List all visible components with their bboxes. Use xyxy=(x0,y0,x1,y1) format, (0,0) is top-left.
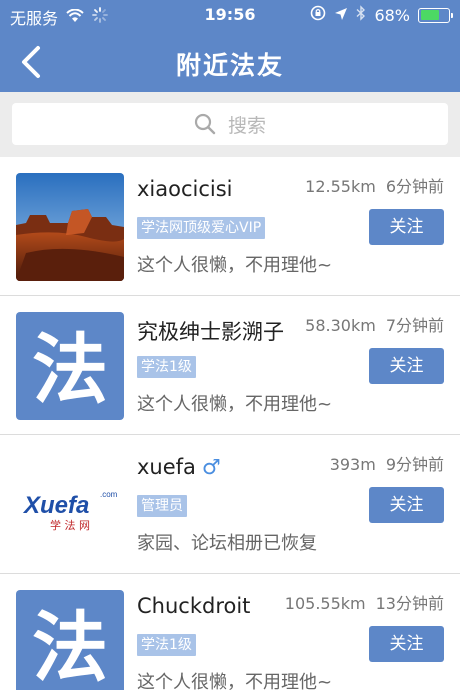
page-title: 附近法友 xyxy=(175,51,284,80)
fa-logo: 法 xyxy=(32,325,108,414)
status-right: 68% xyxy=(310,5,453,25)
search-bar: 搜索 xyxy=(0,92,460,157)
signature: 这个人很懒，不用理他~ xyxy=(137,394,333,415)
follow-button[interactable]: 关注 xyxy=(369,209,444,245)
follow-button[interactable]: 关注 xyxy=(369,348,444,384)
xuefa-logo-com: .com xyxy=(100,490,118,499)
last-seen: 7分钟前 xyxy=(385,316,444,335)
fa-logo-char: 法 xyxy=(32,325,108,414)
battery-percent: 68% xyxy=(374,5,410,25)
list-item[interactable]: 法 Chuckdroit 105.55km 13分钟前 学法1级 这个人很懒，不用… xyxy=(0,574,460,690)
user-name-text: xuefa xyxy=(137,455,196,479)
signature: 这个人很懒，不用理他~ xyxy=(137,255,333,276)
signature: 这个人很懒，不用理他~ xyxy=(137,672,333,690)
fa-logo-char: 法 xyxy=(32,603,108,690)
list-item[interactable]: xiaocicisi 12.55km 6分钟前 学法网顶级爱心VIP 这个人很懒，… xyxy=(0,157,460,296)
fa-logo: 法 xyxy=(32,603,108,690)
avatar[interactable]: Xuefa .com 学 法 网 xyxy=(16,451,124,559)
last-seen: 6分钟前 xyxy=(385,177,444,196)
user-name: xiaocicisi xyxy=(137,177,233,201)
distance: 58.30km xyxy=(305,316,376,335)
avatar[interactable]: 法 xyxy=(16,312,124,420)
avatar[interactable]: 法 xyxy=(16,590,124,690)
search-icon xyxy=(194,113,216,135)
list-item[interactable]: Xuefa .com 学 法 网 xuefa ♂ 393m 9分钟前 管理员 家园、… xyxy=(0,435,460,574)
search-input[interactable]: 搜索 xyxy=(12,103,448,145)
list-item[interactable]: 法 究极绅士影溯子 58.30km 7分钟前 学法1级 这个人很懒，不用理他~ 关… xyxy=(0,296,460,435)
battery-fill xyxy=(420,10,439,20)
xuefa-logo-text: Xuefa xyxy=(22,492,89,519)
xuefa-logo-sub: 学 法 网 xyxy=(50,518,90,532)
user-name: 究极绅士影溯子 xyxy=(137,316,284,346)
signature: 家园、论坛相册已恢复 xyxy=(137,533,317,554)
battery-icon xyxy=(418,7,453,23)
distance: 393m xyxy=(329,455,376,474)
distance: 105.55km xyxy=(284,594,366,613)
landscape-photo xyxy=(16,173,124,281)
user-name-text: 究极绅士影溯子 xyxy=(137,320,284,344)
level-badge: 学法1级 xyxy=(137,634,196,656)
location-arrow-icon xyxy=(334,6,348,25)
distance: 12.55km xyxy=(305,177,376,196)
level-badge: 管理员 xyxy=(137,495,187,517)
status-bar: 无服务 19:56 68% xyxy=(0,0,460,30)
last-seen: 9分钟前 xyxy=(385,455,444,474)
search-placeholder: 搜索 xyxy=(227,114,266,137)
user-meta: 12.55km 6分钟前 xyxy=(305,173,444,197)
follow-button[interactable]: 关注 xyxy=(369,626,444,662)
bluetooth-icon xyxy=(356,5,366,25)
user-list: xiaocicisi 12.55km 6分钟前 学法网顶级爱心VIP 这个人很懒，… xyxy=(0,157,460,690)
nav-bar: 附近法友 xyxy=(0,30,460,92)
user-name: Chuckdroit xyxy=(137,594,250,618)
follow-button[interactable]: 关注 xyxy=(369,487,444,523)
last-seen: 13分钟前 xyxy=(375,594,444,613)
user-name-text: Chuckdroit xyxy=(137,594,251,618)
user-meta: 58.30km 7分钟前 xyxy=(305,312,444,336)
user-meta: 393m 9分钟前 xyxy=(330,451,444,475)
rotation-lock-icon xyxy=(310,5,326,25)
male-gender-icon: ♂ xyxy=(201,455,221,479)
user-meta: 105.55km 13分钟前 xyxy=(285,590,444,614)
user-name: xuefa ♂ xyxy=(137,455,221,479)
level-badge: 学法1级 xyxy=(137,356,196,378)
xuefa-logo: Xuefa .com 学 法 网 xyxy=(22,490,118,532)
user-name-text: xiaocicisi xyxy=(137,177,233,201)
avatar[interactable] xyxy=(16,173,124,281)
level-badge: 学法网顶级爱心VIP xyxy=(137,217,266,239)
